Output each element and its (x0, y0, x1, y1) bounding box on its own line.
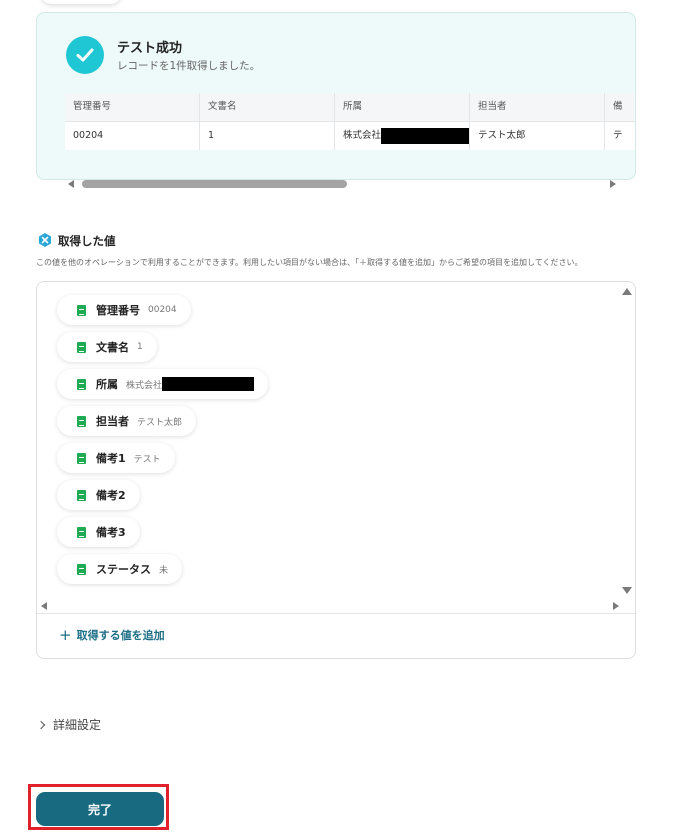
table-cell-affiliation: 株式会社 (335, 122, 470, 150)
test-success-card: テスト成功 レコードを1件取得しました。 管理番号 文書名 所属 担当者 備 0… (36, 12, 636, 180)
value-chip-document-name[interactable]: 文書名 1 (57, 332, 157, 362)
details-settings-label: 詳細設定 (53, 718, 102, 732)
chip-label: 所属 (96, 378, 118, 391)
spreadsheet-icon (77, 378, 86, 390)
success-title: テスト成功 (117, 41, 183, 56)
value-chip-management-number[interactable]: 管理番号 00204 (57, 295, 191, 325)
table-cell-text: 株式会社 (343, 130, 382, 141)
result-table: 管理番号 文書名 所属 担当者 備 00204 1 株式会社 テスト太郎 テ (65, 93, 635, 150)
acquired-values-description: この値を他のオペレーションで利用することができます。利用したい項目がない場合は、… (36, 258, 583, 267)
values-horizontal-scrollbar[interactable] (41, 601, 619, 611)
table-header-cell: 所属 (335, 93, 470, 121)
value-chip-remarks-3[interactable]: 備考3 (57, 517, 140, 547)
chip-value: テスト太郎 (137, 417, 183, 428)
acquired-values-title: 取得した値 (58, 234, 116, 248)
scroll-right-icon[interactable] (613, 602, 619, 610)
value-chip-remarks-1[interactable]: 備考1 テスト (57, 443, 175, 473)
redaction-block (162, 377, 255, 391)
chip-label: 担当者 (96, 415, 129, 428)
chip-label: ステータス (96, 563, 151, 576)
redaction-block (381, 127, 469, 144)
success-subtitle: レコードを1件取得しました。 (117, 60, 261, 72)
table-cell: 1 (200, 122, 335, 150)
table-header-cell: 管理番号 (65, 93, 200, 121)
value-x-icon (39, 233, 51, 247)
plus-icon: + (59, 625, 72, 644)
chip-label: 備考2 (96, 489, 126, 502)
spreadsheet-icon (77, 341, 86, 353)
table-header-cell: 担当者 (470, 93, 605, 121)
table-cell: テスト太郎 (470, 122, 605, 150)
chip-label: 備考1 (96, 452, 126, 465)
chip-value: 1 (137, 342, 143, 352)
table-header-cell: 備 (613, 101, 623, 112)
acquired-values-panel: 管理番号 00204 文書名 1 所属 株式会社 担当者 テスト太郎 備考1 テ… (36, 281, 636, 659)
scroll-left-icon[interactable] (68, 180, 74, 188)
scroll-right-icon[interactable] (610, 180, 616, 188)
table-cell: 00204 (65, 122, 200, 150)
add-value-label: 取得する値を追加 (76, 629, 165, 642)
spreadsheet-icon (77, 526, 86, 538)
values-list: 管理番号 00204 文書名 1 所属 株式会社 担当者 テスト太郎 備考1 テ… (37, 282, 621, 602)
scroll-down-icon[interactable] (622, 587, 632, 594)
add-value-button[interactable]: + 取得する値を追加 (59, 627, 165, 643)
value-chip-affiliation[interactable]: 所属 株式会社 (57, 369, 269, 399)
value-chip-status[interactable]: ステータス 未 (57, 554, 183, 584)
table-cell: テ (613, 130, 623, 141)
chip-value: 株式会社 (126, 380, 163, 391)
spreadsheet-icon (77, 415, 86, 427)
spreadsheet-icon (77, 452, 86, 464)
value-chip-person-in-charge[interactable]: 担当者 テスト太郎 (57, 406, 197, 436)
top-tab (40, 0, 122, 4)
spreadsheet-icon (77, 489, 86, 501)
done-button[interactable]: 完了 (36, 792, 164, 826)
value-chip-remarks-2[interactable]: 備考2 (57, 480, 140, 510)
table-row: 00204 1 株式会社 テスト太郎 テ (65, 121, 635, 150)
spreadsheet-icon (77, 304, 86, 316)
details-settings-toggle[interactable]: 詳細設定 (36, 716, 102, 733)
chip-value: 00204 (148, 305, 177, 315)
divider (37, 613, 635, 614)
horizontal-scrollbar[interactable] (68, 179, 616, 190)
spreadsheet-icon (77, 563, 86, 575)
chip-value: テスト (133, 454, 161, 465)
scrollbar-thumb[interactable] (82, 180, 347, 188)
table-header-cell: 文書名 (200, 93, 335, 121)
check-icon (66, 36, 104, 74)
chip-label: 文書名 (96, 341, 129, 354)
chip-label: 管理番号 (96, 304, 140, 317)
chip-label: 備考3 (96, 526, 126, 539)
scroll-up-icon[interactable] (622, 288, 632, 295)
chip-value: 未 (159, 565, 169, 576)
scroll-left-icon[interactable] (41, 602, 47, 610)
table-header-row: 管理番号 文書名 所属 担当者 備 (65, 93, 635, 121)
chevron-right-icon (36, 720, 46, 729)
